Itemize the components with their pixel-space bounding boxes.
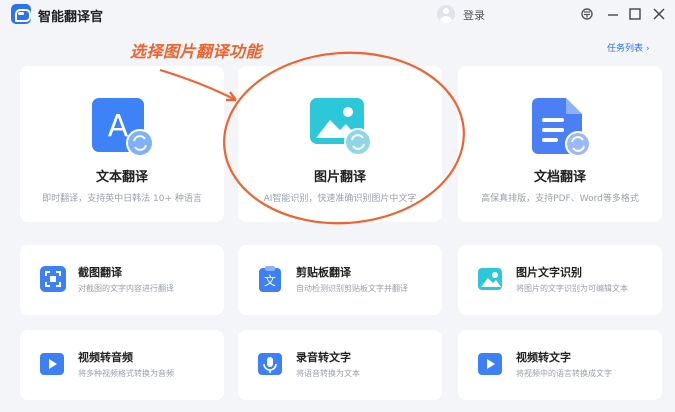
settings-icon[interactable] [578,5,596,23]
card-desc: AI智能识别，快速准确识别图片中文字 [263,194,417,204]
svg-text:A: A [108,109,129,144]
login-button[interactable]: 登录 [463,7,485,23]
minimize-icon[interactable] [604,5,622,23]
card-title: 文本翻译 [95,170,148,185]
annotation-arrowhead [226,91,237,102]
audio-to-text-card[interactable]: 录音转文字 将语音转换为文本 [238,330,442,400]
tool-title: 图片文字识别 [516,266,582,279]
text-translate-icon: A [92,96,154,158]
image-translate-card[interactable]: 图片翻译 AI智能识别，快速准确识别图片中文字 [238,66,442,222]
card-title: 图片翻译 [313,170,366,185]
title-bar: 智能翻译官 登录 [0,0,675,30]
close-icon[interactable] [650,5,668,23]
video-to-text-card[interactable]: 视频转文字 将视频中的语言转换成文字 [458,330,662,400]
clipboard-translate-icon: 文 [258,266,284,292]
image-ocr-icon [478,266,504,292]
tool-desc: 将语音转换为文本 [296,369,360,378]
video-to-audio-icon [40,351,66,377]
tool-title: 视频转音频 [78,351,133,364]
user-avatar-icon[interactable] [437,5,455,23]
card-desc: 高保真排版，支持PDF、Word等多格式 [481,194,639,204]
annotation-text: 选择图片翻译功能 [130,42,263,61]
svg-text:文: 文 [264,273,276,288]
tool-desc: 将视频中的语言转换成文字 [516,369,612,378]
tool-desc: 将图片的文字识别为可编辑文本 [516,284,628,293]
screenshot-translate-icon [40,266,66,292]
video-to-text-icon [478,351,504,377]
image-translate-icon [310,96,372,158]
tool-title: 截图翻译 [78,266,122,279]
tool-title: 剪贴板翻译 [296,266,351,279]
maximize-icon[interactable] [626,5,644,23]
tool-title: 录音转文字 [296,351,351,364]
clipboard-translate-card[interactable]: 文 剪贴板翻译 自动检测识别剪贴板文字并翻译 [238,245,442,315]
app-title: 智能翻译官 [38,10,104,25]
document-translate-icon [530,96,592,158]
microphone-icon [258,351,284,377]
document-translate-card[interactable]: 文档翻译 高保真排版，支持PDF、Word等多格式 [458,66,662,222]
tool-desc: 将多种视频格式转换为音频 [78,369,174,378]
image-ocr-card[interactable]: 图片文字识别 将图片的文字识别为可编辑文本 [458,245,662,315]
tool-title: 视频转文字 [516,351,571,364]
text-translate-card[interactable]: A 文本翻译 即时翻译，支持英中日韩法 10+ 种语言 [20,66,224,222]
tool-desc: 对截图的文字内容进行翻译 [78,284,174,293]
screenshot-translate-card[interactable]: 截图翻译 对截图的文字内容进行翻译 [20,245,224,315]
task-list-link[interactable]: 任务列表 › [607,41,649,54]
video-to-audio-card[interactable]: 视频转音频 将多种视频格式转换为音频 [20,330,224,400]
app-logo-icon [11,4,31,24]
card-desc: 即时翻译，支持英中日韩法 10+ 种语言 [42,194,202,204]
card-title: 文档翻译 [533,170,586,185]
tool-desc: 自动检测识别剪贴板文字并翻译 [296,284,408,293]
